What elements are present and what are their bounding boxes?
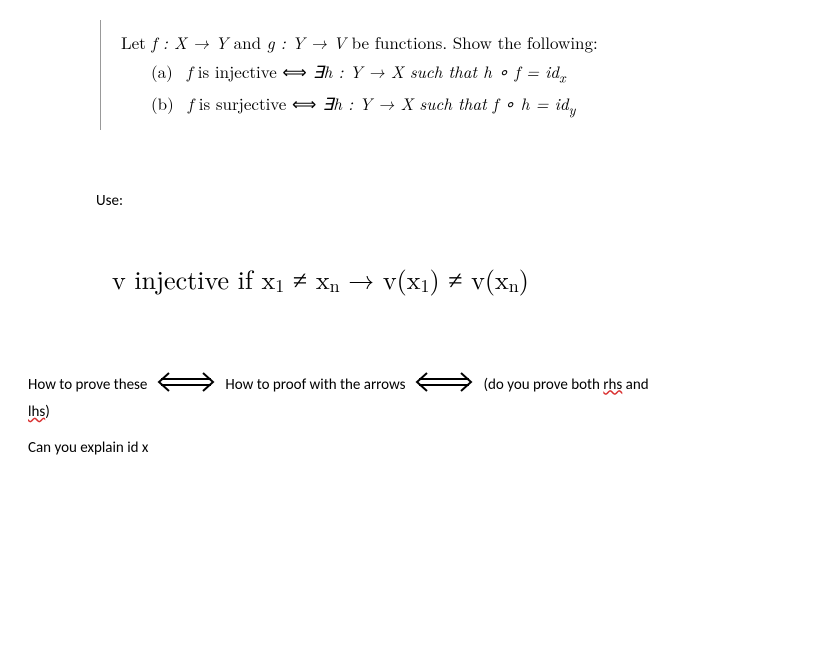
double-arrow-icon [155, 370, 217, 399]
text: is surjective [193, 91, 292, 115]
text: and [228, 30, 267, 54]
question-line-1: How to prove these How to proof with the… [28, 370, 788, 399]
iff-symbol: ⟺ [292, 91, 316, 115]
question-text: How to prove these [28, 376, 147, 394]
injective-definition: v injective if x1 ≠ xn → v(x1) ≠ v(xn) [112, 260, 529, 298]
text: ≠ x [284, 260, 329, 297]
text: is injective [192, 59, 282, 83]
math: ∃h : Y → X such that [316, 91, 492, 115]
text: ) [519, 260, 529, 297]
question-line-2: Can you explain id x [28, 439, 788, 457]
double-arrow-icon [413, 370, 475, 399]
problem-item-a: (a) f is injective ⟺ ∃h : Y → X such tha… [121, 57, 741, 89]
math: ∃h : Y → X such that [307, 59, 483, 83]
text: ) ≠ v(x [429, 260, 508, 297]
text: Let [121, 30, 151, 54]
subscript: n [509, 273, 519, 298]
use-label: Use: [96, 192, 123, 210]
question-block: How to prove these How to proof with the… [28, 370, 788, 457]
problem-intro: Let f : X → Y and g : Y → V be functions… [121, 28, 741, 57]
math-g-decl: g : Y → V [267, 30, 346, 54]
spellcheck-word: rhs [603, 376, 622, 394]
math-f-decl: f : X → Y [151, 30, 228, 54]
text: → v(x [340, 260, 421, 297]
question-text: (do you prove both rhs and [483, 376, 648, 394]
text: be functions. Show the following: [346, 30, 598, 54]
text: (do you prove both [483, 376, 603, 394]
subscript: 1 [275, 273, 284, 298]
text: v injective if x [112, 260, 275, 297]
math: f ∘ h = id [493, 91, 569, 115]
question-line-1-cont: lhs) [28, 403, 788, 421]
text: ) [45, 403, 50, 421]
question-text: How to proof with the arrows [225, 376, 405, 394]
subscript: y [569, 100, 576, 120]
subscript: x [559, 67, 566, 87]
spellcheck-word: lhs [28, 403, 45, 421]
math: h ∘ f = id [483, 59, 559, 83]
text: and [622, 376, 648, 394]
item-label: (a) [151, 59, 173, 83]
subscript: n [330, 273, 340, 298]
iff-symbol: ⟺ [282, 59, 306, 83]
problem-statement: Let f : X → Y and g : Y → V be functions… [100, 20, 741, 130]
problem-item-b: (b) f is surjective ⟺ ∃h : Y → X such th… [121, 89, 741, 121]
item-label: (b) [151, 91, 174, 115]
